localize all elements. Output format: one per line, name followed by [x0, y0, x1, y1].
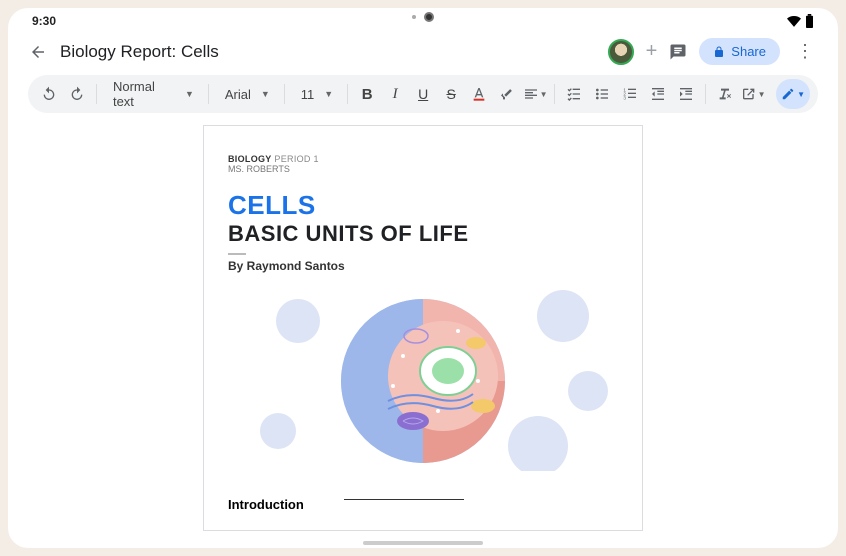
bold-button[interactable]: B [354, 80, 380, 108]
intro-underline [344, 499, 464, 500]
more-menu-button[interactable]: ⋮ [792, 41, 818, 62]
align-button[interactable]: ▼ [522, 80, 548, 108]
checklist-button[interactable] [561, 80, 587, 108]
indent-decrease-icon [650, 86, 666, 102]
comment-icon [669, 43, 687, 61]
undo-icon [41, 86, 57, 102]
pen-tool-button[interactable]: ▼ [776, 79, 810, 109]
lock-icon [713, 46, 725, 58]
arrow-left-icon [29, 43, 47, 61]
cell-illustration [228, 281, 618, 471]
clear-formatting-button[interactable] [712, 80, 738, 108]
text-color-button[interactable] [466, 80, 492, 108]
clear-format-icon [717, 86, 733, 102]
underline-button[interactable]: U [410, 80, 436, 108]
comments-button[interactable] [669, 43, 687, 61]
tablet-frame: 9:30 Biology Report: Cells + Share ⋮ [0, 0, 846, 556]
doc-title[interactable]: Biology Report: Cells [60, 42, 608, 62]
italic-button[interactable]: I [382, 80, 408, 108]
intro-heading: Introduction [228, 497, 304, 512]
byline: By Raymond Santos [228, 259, 618, 273]
redo-button[interactable] [64, 80, 90, 108]
indent-decrease-button[interactable] [645, 80, 671, 108]
title-rule [228, 253, 246, 255]
svg-text:3: 3 [623, 95, 626, 100]
numbered-list-button[interactable]: 123 [617, 80, 643, 108]
share-label: Share [731, 44, 766, 59]
add-collaborator-button[interactable]: + [646, 40, 658, 63]
bullet-list-icon [594, 86, 610, 102]
avatar[interactable] [608, 39, 634, 65]
font-select[interactable]: Arial▼ [215, 80, 278, 108]
indent-increase-button[interactable] [673, 80, 699, 108]
indent-increase-icon [678, 86, 694, 102]
text-color-icon [471, 86, 487, 102]
align-icon [523, 86, 539, 102]
font-size-select[interactable]: 11▼ [291, 80, 341, 108]
battery-icon [805, 14, 814, 28]
undo-button[interactable] [36, 80, 62, 108]
bullet-list-button[interactable] [589, 80, 615, 108]
toolbar: Normal text▼ Arial▼ 11▼ B I U S ▼ [28, 75, 818, 113]
camera [412, 12, 434, 22]
doc-title-cells: CELLS [228, 190, 618, 221]
back-button[interactable] [28, 42, 48, 62]
numbered-list-icon: 123 [622, 86, 638, 102]
paragraph-style-select[interactable]: Normal text▼ [103, 80, 202, 108]
doc-header: Biology Report: Cells + Share ⋮ [8, 30, 838, 73]
teacher-line: MS. ROBERTS [228, 164, 618, 174]
pen-icon [781, 87, 795, 101]
doc-subtitle: BASIC UNITS OF LIFE [228, 221, 618, 247]
wifi-icon [787, 15, 801, 27]
redo-icon [69, 86, 85, 102]
share-button[interactable]: Share [699, 38, 780, 65]
highlight-icon [499, 86, 515, 102]
checklist-icon [566, 86, 582, 102]
canvas[interactable]: BIOLOGY PERIOD 1 MS. ROBERTS CELLS BASIC… [8, 121, 838, 531]
nav-handle[interactable] [363, 541, 483, 545]
clock: 9:30 [32, 14, 56, 28]
edit-mode-button[interactable]: ▼ [740, 80, 766, 108]
edit-mode-icon [741, 86, 757, 102]
highlight-button[interactable] [494, 80, 520, 108]
strikethrough-button[interactable]: S [438, 80, 464, 108]
kicker: BIOLOGY PERIOD 1 [228, 154, 618, 164]
document-page[interactable]: BIOLOGY PERIOD 1 MS. ROBERTS CELLS BASIC… [203, 125, 643, 531]
